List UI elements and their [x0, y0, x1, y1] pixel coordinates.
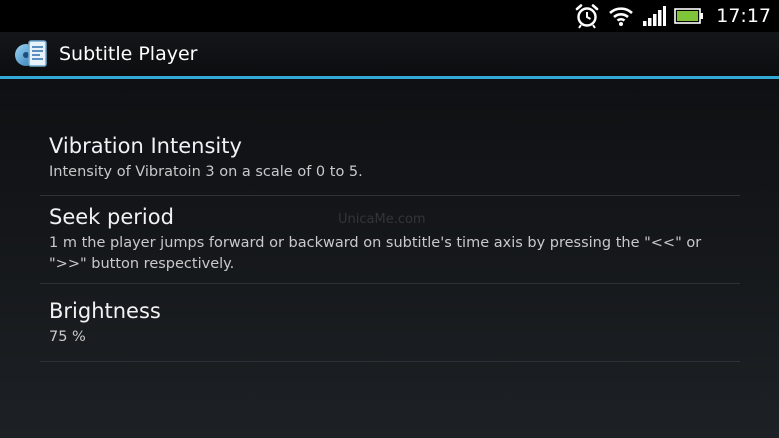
app-title: Subtitle Player — [59, 43, 198, 65]
signal-icon — [642, 6, 667, 26]
status-clock: 17:17 — [716, 5, 771, 27]
battery-icon — [674, 7, 704, 25]
pref-summary: Intensity of Vibratoin 3 on a scale of 0… — [49, 164, 363, 180]
pref-summary: 1 m the player jumps forward or backward… — [49, 235, 702, 272]
status-icons: 17:17 — [574, 3, 771, 29]
wifi-icon — [608, 5, 634, 27]
subtitle-player-app-icon[interactable] — [14, 38, 50, 70]
pref-title: Seek period — [49, 205, 174, 229]
alarm-clock-icon — [574, 3, 600, 29]
pref-title: Vibration Intensity — [49, 134, 242, 158]
pref-summary: 75 % — [49, 329, 86, 345]
pref-seek-period[interactable]: Seek period 1 m the player jumps forward… — [40, 196, 740, 284]
pref-vibration-intensity[interactable]: Vibration Intensity Intensity of Vibrato… — [40, 121, 740, 196]
preferences-list: Vibration Intensity Intensity of Vibrato… — [40, 121, 740, 362]
action-bar-divider — [0, 76, 779, 79]
screen: 17:17 Subtitle Player UnicaMe.com Vibrat… — [0, 0, 779, 438]
pref-brightness[interactable]: Brightness 75 % — [40, 284, 740, 362]
pref-title: Brightness — [49, 299, 161, 323]
action-bar: Subtitle Player — [0, 32, 779, 76]
status-bar: 17:17 — [0, 0, 779, 32]
